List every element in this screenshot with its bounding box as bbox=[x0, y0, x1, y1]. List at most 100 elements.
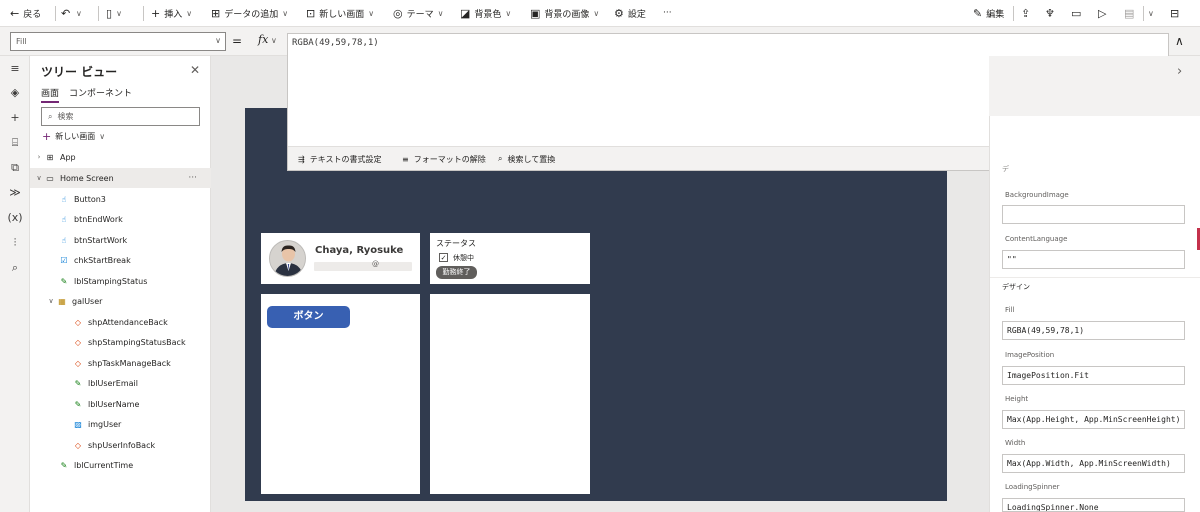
paste-button[interactable]: ▯ ∨ bbox=[106, 0, 122, 26]
chevron-down-icon: ∨ bbox=[99, 132, 106, 141]
tree-node-galuser[interactable]: ∨ ▦ galUser bbox=[30, 291, 211, 311]
chevron-down-icon[interactable]: ∨ bbox=[271, 36, 277, 45]
add-data-button[interactable]: ⊞ データの追加 ∨ bbox=[211, 0, 288, 26]
tab-screens[interactable]: 画面 bbox=[41, 86, 60, 103]
chevron-down-icon: ∨ bbox=[368, 8, 375, 18]
hamburger-icon[interactable]: ≡ bbox=[0, 62, 30, 75]
stamping-status-card[interactable]: ステータス ✓ 休憩中 勤務終了 bbox=[430, 233, 590, 284]
tree-node-imguser[interactable]: ▨ imgUser bbox=[30, 414, 211, 434]
share-button[interactable]: ⇪ bbox=[1021, 0, 1030, 26]
plus-icon[interactable]: + bbox=[0, 111, 30, 124]
edit-button[interactable]: ✎ 編集 bbox=[973, 0, 1004, 26]
comments-button[interactable]: ▭ bbox=[1071, 0, 1081, 26]
person-photo-icon bbox=[270, 241, 305, 276]
search-icon[interactable]: ⌕ bbox=[0, 261, 30, 275]
loading-spinner-input[interactable]: LoadingSpinner.None bbox=[1002, 498, 1185, 512]
tree-node-button3[interactable]: ☝ Button3 bbox=[30, 189, 211, 209]
user-name-label[interactable]: Chaya, Ryosuke bbox=[315, 245, 403, 256]
end-work-button[interactable]: 勤務終了 bbox=[436, 266, 477, 279]
property-dropdown[interactable]: Fill ∨ bbox=[10, 32, 226, 51]
button3[interactable]: ボタン bbox=[267, 306, 350, 328]
undo-dropdown[interactable]: ∨ bbox=[76, 0, 82, 26]
play-icon: ▷ bbox=[1098, 6, 1107, 20]
shape-control-icon: ◇ bbox=[74, 358, 82, 368]
formula-text[interactable]: RGBA(49,59,78,1) bbox=[292, 38, 379, 48]
remove-formatting-button[interactable]: ≡ フォーマットの解除 bbox=[402, 147, 486, 171]
new-screen-button[interactable]: ⊡ 新しい画面 ∨ bbox=[306, 0, 374, 26]
label-control-icon: ✎ bbox=[74, 378, 82, 388]
theme-button[interactable]: ◎ テーマ ∨ bbox=[393, 0, 443, 26]
tree-node-shpstampingstatusback[interactable]: ◇ shpStampingStatusBack bbox=[30, 332, 211, 352]
image-position-input[interactable]: ImagePosition.Fit bbox=[1002, 366, 1185, 385]
tree-node-lblstampingstatus[interactable]: ✎ lblStampingStatus bbox=[30, 271, 211, 291]
undo-button[interactable]: ↶ bbox=[61, 0, 70, 26]
new-screen-icon: ⊡ bbox=[306, 6, 316, 20]
tree-node-lbluseremail[interactable]: ✎ lblUserEmail bbox=[30, 373, 211, 393]
insert-button[interactable]: + 挿入 ∨ bbox=[151, 0, 192, 26]
find-replace-button[interactable]: ⌕ 検索して置換 bbox=[498, 147, 555, 171]
tree-node-btnstartwork[interactable]: ☝ btnStartWork bbox=[30, 230, 211, 250]
background-color-button[interactable]: ◪ 背景色 ∨ bbox=[460, 0, 511, 26]
more-button[interactable]: ··· bbox=[663, 0, 672, 26]
save-dropdown[interactable]: ∨ bbox=[1148, 0, 1154, 26]
tree-node-shptaskmanageback[interactable]: ◇ shpTaskManageBack bbox=[30, 353, 211, 373]
publish-button[interactable]: ⊟ bbox=[1170, 0, 1179, 26]
shape-control-icon: ◇ bbox=[74, 440, 82, 450]
settings-button[interactable]: ⚙ 設定 bbox=[614, 0, 646, 26]
palette-icon: ◎ bbox=[393, 6, 403, 20]
tree-node-chkstartbreak[interactable]: ☑ chkStartBreak bbox=[30, 250, 211, 270]
user-avatar[interactable] bbox=[269, 240, 306, 277]
user-email-label[interactable]: @ bbox=[314, 260, 412, 271]
layers-icon[interactable]: ◈ bbox=[0, 86, 30, 99]
close-icon[interactable]: ✕ bbox=[190, 63, 200, 77]
checkbox-control-icon: ☑ bbox=[60, 255, 68, 265]
tab-components[interactable]: コンポーネント bbox=[69, 86, 132, 101]
tree-node-app[interactable]: › ⊞ App bbox=[30, 147, 211, 167]
fx-button[interactable]: fx bbox=[258, 33, 268, 46]
tree-node-shpuserinfoback[interactable]: ◇ shpUserInfoBack bbox=[30, 435, 211, 455]
chevron-right-icon[interactable]: › bbox=[1177, 64, 1182, 79]
background-image-button[interactable]: ▣ 背景の画像 ∨ bbox=[530, 0, 599, 26]
attendance-panel[interactable]: ボタン bbox=[261, 294, 420, 494]
new-screen-label: 新しい画面 bbox=[319, 9, 365, 20]
shape-control-icon: ◇ bbox=[74, 337, 82, 347]
tree-node-label: galUser bbox=[72, 296, 103, 306]
more-options-icon[interactable]: ··· bbox=[188, 173, 197, 183]
undo-icon: ↶ bbox=[61, 6, 71, 20]
new-screen-button[interactable]: + 新しい画面 ∨ bbox=[42, 130, 105, 143]
chevron-up-icon[interactable]: ∧ bbox=[1175, 34, 1184, 48]
tree-node-home-screen[interactable]: ∨ ▭ Home Screen ··· bbox=[30, 168, 211, 188]
content-language-input[interactable]: "" bbox=[1002, 250, 1185, 269]
fill-input[interactable]: RGBA(49,59,78,1) bbox=[1002, 321, 1185, 340]
save-button[interactable]: ▤ bbox=[1124, 0, 1134, 26]
user-info-card[interactable]: Chaya, Ryosuke @ bbox=[261, 233, 420, 284]
find-replace-label: 検索して置換 bbox=[507, 154, 556, 164]
tree-node-lblusername[interactable]: ✎ lblUserName bbox=[30, 394, 211, 414]
tree-node-lblcurrenttime[interactable]: ✎ lblCurrentTime bbox=[30, 455, 211, 475]
tree-node-btnendwork[interactable]: ☝ btnEndWork bbox=[30, 209, 211, 229]
power-automate-icon[interactable]: ≫ bbox=[0, 186, 30, 199]
search-input[interactable]: ⌕ 検索 bbox=[41, 107, 200, 126]
stethoscope-icon: ♆ bbox=[1045, 6, 1055, 20]
format-text-label: テキストの書式設定 bbox=[309, 154, 382, 164]
tools-icon[interactable]: ⫶ bbox=[0, 236, 30, 250]
preview-button[interactable]: ▷ bbox=[1098, 0, 1106, 26]
break-checkbox[interactable]: ✓ bbox=[439, 253, 448, 262]
app-checker-button[interactable]: ♆ bbox=[1045, 0, 1055, 26]
loading-spinner-label: LoadingSpinner bbox=[1005, 483, 1060, 491]
back-button[interactable]: ← 戻る bbox=[10, 0, 41, 26]
format-text-button[interactable]: ⇶ テキストの書式設定 bbox=[298, 147, 381, 171]
settings-label: 設定 bbox=[627, 9, 646, 20]
task-manage-panel[interactable] bbox=[430, 294, 590, 494]
back-label: 戻る bbox=[23, 9, 42, 20]
database-icon[interactable]: ⌸ bbox=[0, 136, 30, 150]
background-image-input[interactable] bbox=[1002, 205, 1185, 224]
variables-icon[interactable]: (x) bbox=[0, 211, 30, 224]
height-input[interactable]: Max(App.Height, App.MinScreenHeight) bbox=[1002, 410, 1185, 429]
chevron-down-icon: ∨ bbox=[1148, 8, 1154, 18]
theme-label: テーマ bbox=[406, 9, 434, 20]
tree-node-shpattendanceback[interactable]: ◇ shpAttendanceBack bbox=[30, 312, 211, 332]
media-icon[interactable]: ⧉ bbox=[0, 161, 30, 175]
status-label[interactable]: ステータス bbox=[436, 238, 476, 249]
width-input[interactable]: Max(App.Width, App.MinScreenWidth) bbox=[1002, 454, 1185, 473]
